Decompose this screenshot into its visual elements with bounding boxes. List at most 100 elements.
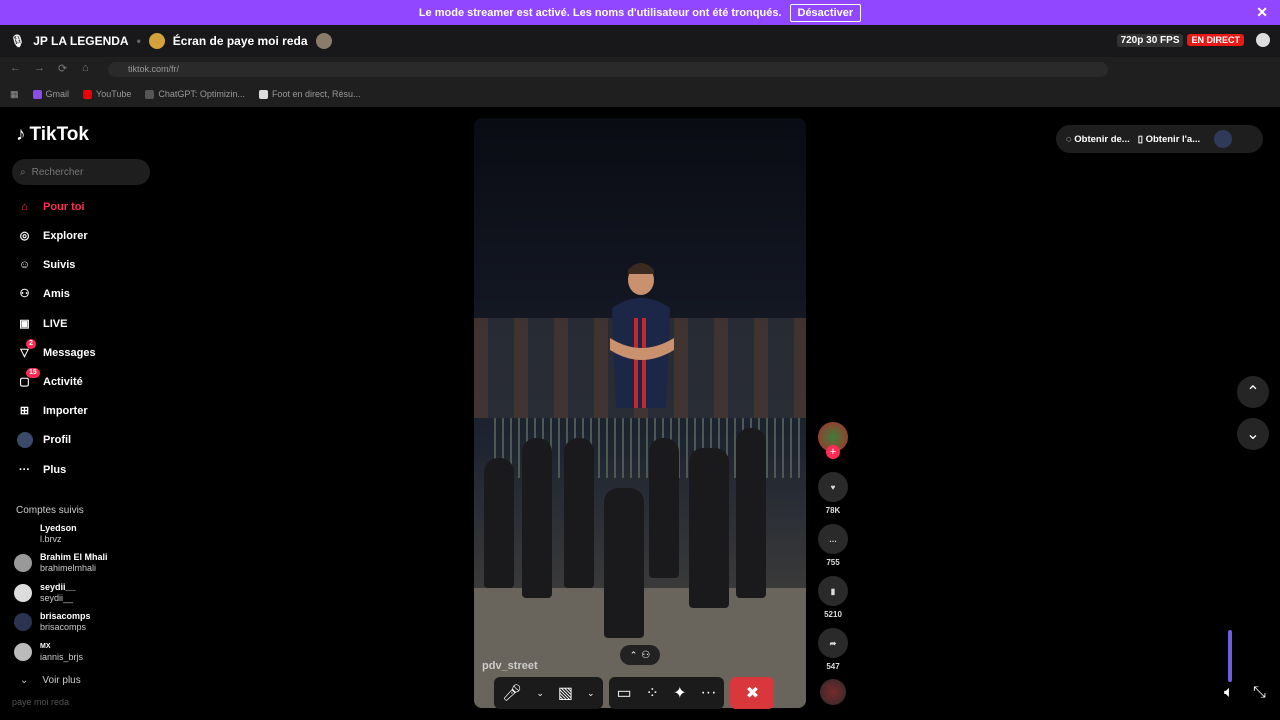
like-button[interactable]: ♥ 78K xyxy=(818,472,848,515)
avatar xyxy=(14,643,32,661)
compass-icon: ◎ xyxy=(19,230,30,242)
banner-message: Le mode streamer est activé. Les noms d'… xyxy=(418,6,782,19)
bookmark-icon: ▮ xyxy=(818,576,848,606)
followed-account[interactable]: Brahim El Mhali brahimelmhali xyxy=(14,552,108,574)
next-video-button[interactable]: ⌄ xyxy=(1237,418,1269,450)
avatar xyxy=(14,584,32,602)
nav-item-more[interactable]: ··· Plus xyxy=(16,461,66,478)
activities-icon[interactable]: ⁘ xyxy=(646,683,659,703)
followed-account[interactable]: MX iannis_brjs xyxy=(14,641,83,663)
screen-share-label: paye moi reda xyxy=(12,697,70,707)
streamer-mode-banner: Le mode streamer est activé. Les noms d'… xyxy=(0,0,1280,25)
top-right-actions: ◌ Obtenir de... ▯ Obtenir l'a... xyxy=(1056,125,1263,153)
see-more-button[interactable]: ⌄ Voir plus xyxy=(20,675,81,686)
reload-icon[interactable]: ⟳ xyxy=(58,62,67,75)
person-figure xyxy=(649,438,679,578)
activity-group: ▭ ⁘ ✦ ··· xyxy=(608,677,725,709)
bookmark-youtube[interactable]: YouTube xyxy=(83,89,131,99)
send-icon: ▽ 2 xyxy=(16,339,36,361)
nav-item-following[interactable]: ☺ Suivis xyxy=(16,256,76,273)
disable-streamer-mode-button[interactable]: Désactiver xyxy=(789,3,862,22)
bookmark-foot[interactable]: Foot en direct, Résu... xyxy=(258,89,360,99)
home-icon: ⌂ xyxy=(21,200,28,213)
get-coins-button[interactable]: ◌ Obtenir de... xyxy=(1066,134,1130,145)
nav-item-for-you[interactable]: ⌂ Pour toi xyxy=(16,198,84,215)
nav-item-messages[interactable]: ▽ 2 Messages xyxy=(16,339,96,361)
exit-fullscreen-icon[interactable]: ⤡ xyxy=(1253,684,1266,702)
followed-accounts-title: Comptes suivis xyxy=(16,505,84,516)
tiktok-logo[interactable]: ♪ TikTok xyxy=(16,124,89,146)
chevron-up-icon: ⌃ xyxy=(629,649,638,660)
profile-avatar[interactable] xyxy=(1214,130,1233,148)
apps-icon[interactable]: ▦ xyxy=(10,89,19,100)
volume-icon[interactable]: 🔈︎ xyxy=(1224,684,1234,702)
chevron-down-icon[interactable]: ⌄ xyxy=(536,688,544,699)
screen-share-icon[interactable]: ▭ xyxy=(617,683,632,703)
quality-badge: 720p 30 FPS xyxy=(1116,33,1184,47)
tiktok-note-icon: ♪ xyxy=(16,124,26,145)
bookmark-gmail[interactable]: Gmail xyxy=(32,89,69,99)
address-bar[interactable]: tiktok.com/fr/ xyxy=(108,62,1108,77)
stream-window-title: Écran de paye moi reda xyxy=(172,34,308,48)
volume-slider[interactable] xyxy=(1228,630,1232,682)
audio-video-group: 🎤︎ ⌄ ▧ ⌄ xyxy=(494,677,603,709)
share-button[interactable]: ➦ 547 xyxy=(818,628,848,671)
microphone-icon[interactable]: 🎤︎ xyxy=(502,683,522,703)
avatar xyxy=(14,554,32,572)
plus-square-icon: ⊞ xyxy=(19,405,30,417)
heart-icon: ♥ xyxy=(818,472,848,502)
previous-video-button[interactable]: ⌃ xyxy=(1237,376,1269,408)
streamer-avatar xyxy=(148,33,165,49)
followed-account[interactable]: Lyedson l.brvz xyxy=(14,523,77,545)
comment-icon: … xyxy=(818,524,848,554)
chevron-down-icon[interactable]: ⌄ xyxy=(587,688,595,699)
soundboard-icon[interactable]: ✦ xyxy=(673,683,686,703)
music-disc[interactable] xyxy=(820,679,846,705)
live-icon: ▣ xyxy=(19,318,30,330)
save-button[interactable]: ▮ 5210 xyxy=(818,576,848,619)
nav-item-profile[interactable]: Profil xyxy=(16,431,71,448)
player-cutout-image xyxy=(610,263,674,408)
channel-name: JP LA LEGENDA xyxy=(33,34,129,48)
user-plus-icon: ☺ xyxy=(18,258,31,271)
comment-button[interactable]: … 755 xyxy=(818,524,848,567)
expand-participants-button[interactable]: ⌃ ⚇ xyxy=(620,645,660,665)
person-figure xyxy=(604,488,644,638)
friends-icon: ⚇ xyxy=(19,288,30,300)
camera-off-icon[interactable]: ▧ xyxy=(558,683,573,703)
chevron-up-icon: ⌃ xyxy=(1246,384,1260,401)
home-browser-icon[interactable]: ⌂ xyxy=(82,62,89,74)
video-player[interactable] xyxy=(474,118,806,708)
nav-item-activity[interactable]: ▢ 15 Activité xyxy=(16,368,83,390)
follow-plus-icon[interactable]: + xyxy=(826,445,840,459)
video-author[interactable]: pdv_street xyxy=(482,660,538,672)
person-figure xyxy=(564,438,594,588)
more-options-icon[interactable]: ··· xyxy=(700,684,716,702)
chat-icon[interactable] xyxy=(1256,33,1270,47)
forward-icon[interactable]: → xyxy=(34,62,45,74)
followed-account[interactable]: seydii__ seydii__ xyxy=(14,582,76,604)
end-call-button[interactable]: ✖ xyxy=(730,677,775,709)
nav-item-upload[interactable]: ⊞ Importer xyxy=(16,402,88,419)
get-app-button[interactable]: ▯ Obtenir l'a... xyxy=(1138,134,1200,145)
back-icon[interactable]: ← xyxy=(10,62,21,74)
chevron-down-icon: ⌄ xyxy=(1246,426,1260,443)
avatar xyxy=(14,613,32,631)
bookmark-chatgpt[interactable]: ChatGPT: Optimizin... xyxy=(145,89,245,99)
more-icon: ··· xyxy=(19,463,30,476)
followed-account[interactable]: brisacomps brisacomps xyxy=(14,611,91,633)
search-input[interactable]: ⌕ Rechercher xyxy=(12,159,150,185)
nav-item-explore[interactable]: ◎ Explorer xyxy=(16,227,88,244)
close-icon[interactable]: ✕ xyxy=(1256,4,1268,21)
avatar-icon xyxy=(16,431,33,448)
messages-badge: 2 xyxy=(26,339,36,349)
chevron-down-icon: ⌄ xyxy=(20,675,29,686)
nav-item-friends[interactable]: ⚇ Amis xyxy=(16,285,70,302)
stream-header: 🎙 JP LA LEGENDA • Écran de paye moi reda… xyxy=(0,25,1280,57)
viewer-avatar xyxy=(315,33,332,49)
share-icon: ➦ xyxy=(818,628,848,658)
nav-item-live[interactable]: ▣ LIVE xyxy=(16,315,67,332)
stream-icon: 🎙 xyxy=(10,34,26,48)
avatar xyxy=(14,525,32,543)
end-call-icon: ✖ xyxy=(745,685,760,702)
